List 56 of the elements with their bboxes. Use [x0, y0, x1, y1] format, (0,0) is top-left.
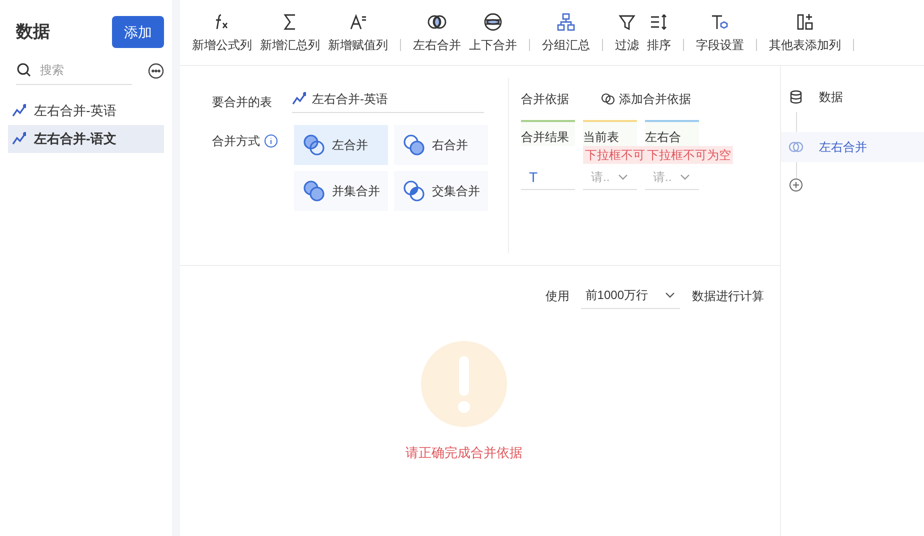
field-label: 合并方式 [212, 133, 260, 150]
more-icon[interactable] [148, 62, 164, 78]
hierarchy-icon [556, 12, 576, 32]
letter-equals-icon [348, 12, 368, 32]
toolbar-button[interactable]: 新增汇总列 [256, 12, 324, 54]
search-field[interactable]: 搜索 [16, 56, 132, 85]
add-column-icon [795, 12, 815, 32]
toolbar-button[interactable]: 其他表添加列 [765, 12, 845, 54]
add-node-icon[interactable] [789, 178, 803, 192]
warning-icon [421, 341, 507, 427]
column-header: 当前表 [583, 120, 637, 146]
toolbar-button[interactable]: 过滤 [611, 12, 643, 54]
error-tooltip: 下拉框不可为空 [645, 146, 733, 164]
row-limit-select[interactable]: 前1000万行 [581, 282, 680, 309]
database-icon [789, 90, 803, 104]
line-chart-icon [12, 132, 26, 146]
line-chart-icon [12, 104, 26, 118]
compute-label: 数据进行计算 [692, 288, 764, 304]
line-chart-icon [292, 92, 306, 106]
toolbar-button[interactable]: 分组汇总 [538, 12, 594, 54]
error-tooltip: 下拉框不可 [583, 146, 647, 164]
merge-mode-option[interactable]: 交集合并 [394, 171, 488, 211]
left-join-icon [302, 133, 326, 157]
stacked-circles-icon [483, 12, 503, 32]
union-join-icon [302, 179, 326, 203]
sidebar-item[interactable]: 左右合并-英语 [8, 97, 164, 125]
add-basis-button[interactable]: 添加合并依据 [601, 90, 691, 108]
error-message: 请正确完成合并依据 [406, 444, 522, 462]
search-icon [16, 62, 32, 78]
overlap-circles-icon [789, 140, 803, 154]
flow-node[interactable]: 数据 [781, 82, 924, 112]
merge-mode-option[interactable]: 左合并 [294, 125, 388, 165]
intersect-join-icon [402, 179, 426, 203]
toolbar-button[interactable]: 左右合并 [409, 12, 465, 54]
toolbar-button[interactable]: 字段设置 [692, 12, 748, 54]
compute-label: 使用 [545, 288, 570, 304]
right-join-icon [402, 133, 426, 157]
field-label: 要合并的表 [212, 94, 273, 110]
section-title: 合并依据 [521, 91, 569, 108]
type-cell: T [521, 164, 575, 190]
toolbar-button[interactable]: 排序 [643, 12, 675, 54]
sort-icon [649, 12, 669, 32]
add-button[interactable]: 添加 [112, 16, 164, 48]
column-header: 左右合 [645, 120, 699, 146]
info-icon [264, 134, 278, 148]
link-circles-icon [601, 92, 615, 106]
toolbar-button[interactable]: 新增公式列 [188, 12, 256, 54]
sidebar-title: 数据 [16, 21, 50, 44]
column-header: 合并结果 [521, 120, 575, 146]
toolbar-button[interactable]: 新增赋值列 [324, 12, 392, 54]
table-select[interactable]: 左右合并-英语 [292, 90, 484, 113]
merge-mode-option[interactable]: 右合并 [394, 125, 488, 165]
sidebar-item[interactable]: 左右合并-语文 [8, 125, 164, 153]
toolbar-button[interactable]: 上下合并 [465, 12, 521, 54]
flow-node[interactable]: 左右合并 [781, 132, 924, 162]
merge-mode-option[interactable]: 并集合并 [294, 171, 388, 211]
